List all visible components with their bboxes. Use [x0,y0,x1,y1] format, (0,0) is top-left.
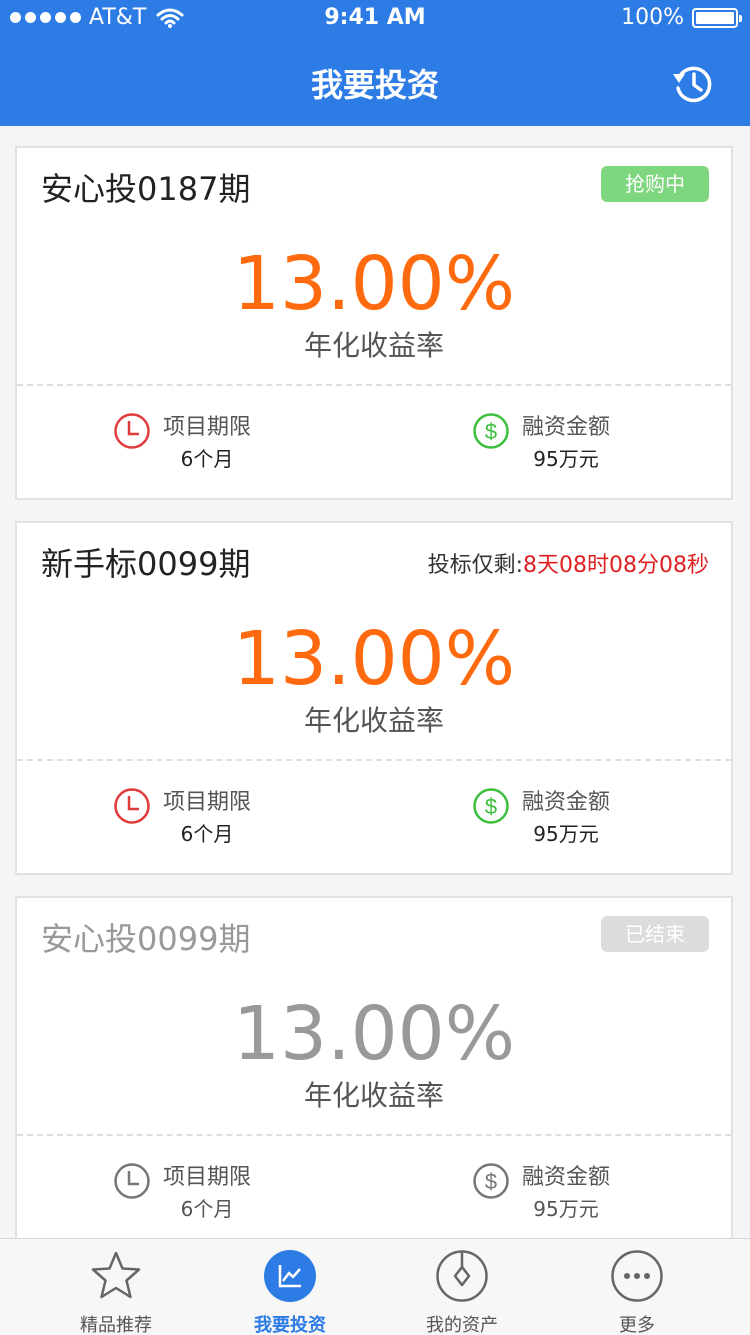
battery-percent: 100% [621,5,684,30]
tab-assets[interactable]: 我的资产 [368,1239,556,1335]
svg-text:$: $ [485,419,497,444]
divider [17,759,731,761]
annual-rate-label: 年化收益率 [303,704,444,737]
dollar-icon: $ [473,788,509,824]
term-label: 项目期限 [163,415,252,440]
amount-label: 融资金额 [522,790,611,815]
tab-invest[interactable]: 我要投资 [196,1239,384,1335]
status-right: 100% [621,5,742,30]
amount-label: 融资金额 [522,415,611,440]
term-label: 项目期限 [163,1165,252,1190]
amount-info: $ 融资金额 95万元 [472,412,610,474]
countdown-label: 投标仅剩: [427,553,524,578]
term-info: 项目期限 6个月 [113,1162,251,1224]
product-name: 安心投0099期 [41,920,251,958]
tab-label: 精品推荐 [80,1315,152,1335]
svg-text:$: $ [485,1169,497,1194]
term-info: 项目期限 6个月 [113,787,251,849]
page-title: 我要投资 [310,66,439,104]
chart-icon [264,1250,316,1302]
term-value: 6个月 [180,1197,234,1221]
amount-value: 95万元 [533,822,599,846]
tab-label: 更多 [619,1315,655,1335]
investment-card[interactable]: 安心投0187期 抢购中 13.00% 年化收益率 项目期限 6个月 $ 融资金… [15,146,733,500]
countdown-value: 8天08时08分08秒 [523,553,709,578]
tab-more[interactable]: 更多 [543,1239,731,1335]
clock-icon [114,788,150,824]
divider [17,384,731,386]
annual-rate-label: 年化收益率 [303,1079,444,1112]
asset-icon [436,1250,488,1302]
status-badge: 已结束 [601,916,709,952]
investment-card[interactable]: 新手标0099期 投标仅剩:8天08时08分08秒 13.00% 年化收益率 项… [15,521,733,875]
amount-info: $ 融资金额 95万元 [472,1162,610,1224]
amount-value: 95万元 [533,1197,599,1221]
annual-rate-label: 年化收益率 [303,329,444,362]
product-name: 安心投0187期 [41,170,251,208]
term-value: 6个月 [180,822,234,846]
star-icon [91,1251,141,1299]
annual-rate: 13.00% [232,991,516,1077]
dollar-icon: $ [473,1163,509,1199]
battery-icon [692,7,742,28]
tab-label: 我要投资 [254,1315,326,1335]
countdown: 投标仅剩:8天08时08分08秒 [428,547,709,579]
clock-icon [114,413,150,449]
history-icon[interactable] [670,62,714,106]
annual-rate: 13.00% [232,241,516,327]
status-badge: 抢购中 [601,166,709,202]
amount-value: 95万元 [533,447,599,471]
tab-recommend[interactable]: 精品推荐 [22,1239,210,1335]
tab-label: 我的资产 [426,1315,498,1335]
tab-bar: 精品推荐 我要投资 我的资产 更多 [0,1238,750,1335]
more-icon [611,1250,663,1302]
product-name: 新手标0099期 [41,545,251,583]
dollar-icon: $ [473,413,509,449]
divider [17,1134,731,1136]
svg-text:$: $ [485,794,497,819]
term-value: 6个月 [180,447,234,471]
investment-card[interactable]: 安心投0099期 已结束 13.00% 年化收益率 项目期限 6个月 $ 融资金… [15,896,733,1250]
status-bar: AT&T 9:41 AM 100% [0,0,750,36]
term-info: 项目期限 6个月 [113,412,251,474]
clock-icon [114,1163,150,1199]
amount-label: 融资金额 [522,1165,611,1190]
term-label: 项目期限 [163,790,252,815]
annual-rate: 13.00% [232,616,516,702]
nav-header: AT&T 9:41 AM 100% 我要投资 [0,0,750,126]
amount-info: $ 融资金额 95万元 [472,787,610,849]
